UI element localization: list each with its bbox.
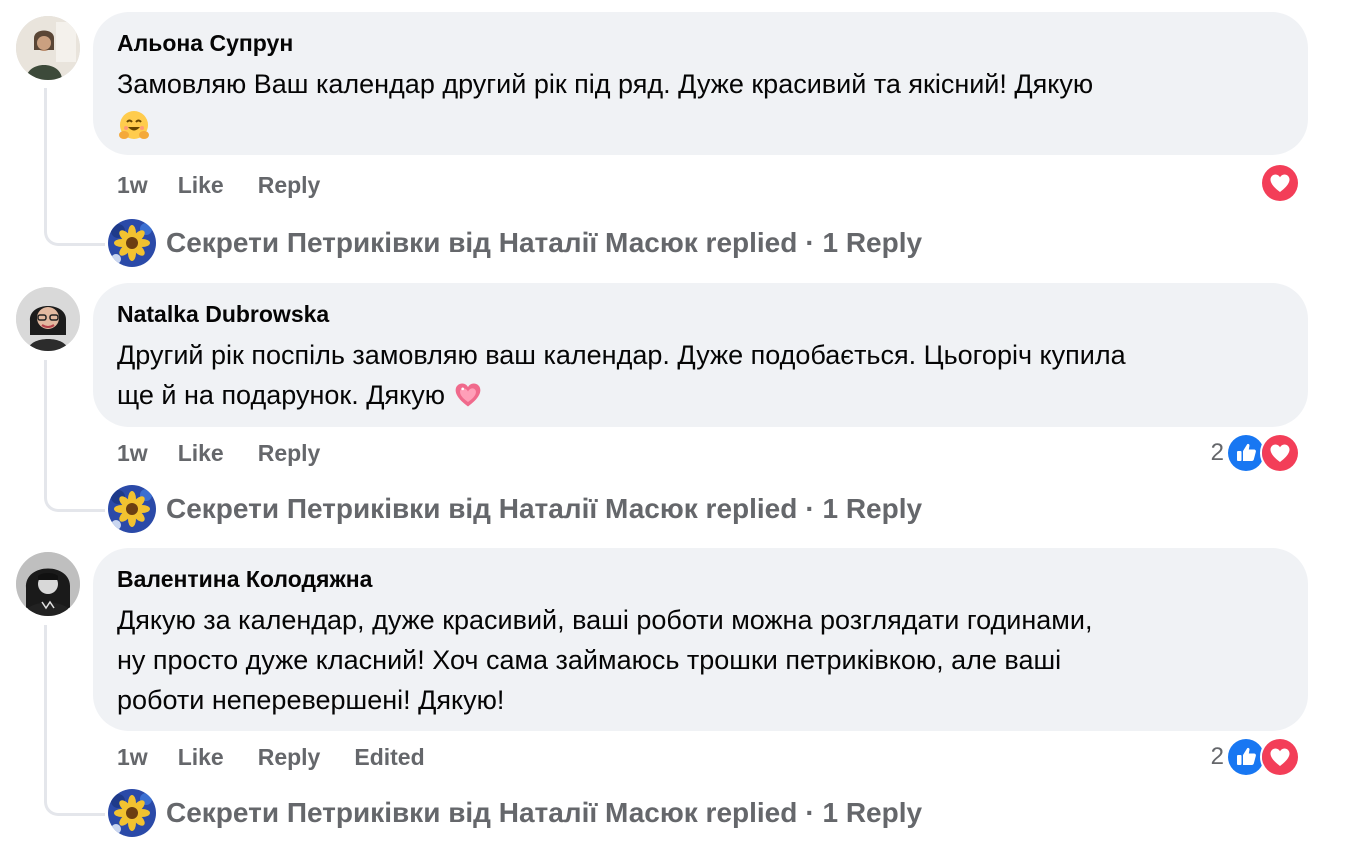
reply-count[interactable]: · 1 Reply [805,227,922,259]
reaction-summary[interactable]: 2 [1211,433,1300,473]
comment-actions: 1w Like Reply Edited [117,744,425,771]
hugging-face-icon [117,109,151,143]
comment-text: Замовляю Ваш календар другий рік під ряд… [117,64,1284,144]
page-avatar [108,485,156,533]
avatar[interactable] [16,16,80,80]
like-button[interactable]: Like [178,440,224,467]
reply-count[interactable]: · 1 Reply [805,797,922,829]
sunflower-icon [108,485,156,533]
person-photo-icon [16,552,80,616]
sunflower-icon [108,789,156,837]
person-photo-icon [16,287,80,351]
sunflower-icon [108,219,156,267]
avatar[interactable] [16,287,80,351]
reaction-summary[interactable] [1260,163,1300,203]
reaction-count: 2 [1210,743,1224,770]
edited-label[interactable]: Edited [354,744,424,771]
thread-connector [44,360,105,512]
reply-count[interactable]: · 1 Reply [805,493,922,525]
view-replies-link[interactable]: Секрети Петриківки від Наталії Масюк rep… [108,485,922,533]
like-button[interactable]: Like [178,744,224,771]
love-reaction-icon [1260,433,1300,473]
view-replies-link[interactable]: Секрети Петриківки від Наталії Масюк rep… [108,219,922,267]
comment-author[interactable]: Natalka Dubrowska [117,299,1284,329]
page-avatar [108,219,156,267]
reply-button[interactable]: Reply [258,440,321,467]
sparkling-heart-icon [453,380,487,414]
love-reaction-icon [1260,737,1300,777]
thread-connector [44,88,105,246]
like-button[interactable]: Like [178,172,224,199]
person-photo-icon [16,16,80,80]
comment-actions: 1w Like Reply [117,440,320,467]
comment-text: Другий рік поспіль замовляю ваш календар… [117,335,1284,415]
comment-bubble: Валентина Колодяжна Дякую за календар, д… [93,548,1308,731]
reply-button[interactable]: Reply [258,172,321,199]
reaction-count: 2 [1210,439,1224,466]
replied-by-text[interactable]: Секрети Петриківки від Наталії Масюк rep… [166,797,797,829]
comment-author[interactable]: Альона Супрун [117,28,1284,58]
comment-bubble: Natalka Dubrowska Другий рік поспіль зам… [93,283,1308,427]
avatar[interactable] [16,552,80,616]
comment-bubble: Альона Супрун Замовляю Ваш календар друг… [93,12,1308,155]
love-reaction-icon [1260,163,1300,203]
comment-text: Дякую за календар, дуже красивий, ваші р… [117,605,1093,715]
replied-by-text[interactable]: Секрети Петриківки від Наталії Масюк rep… [166,493,797,525]
view-replies-link[interactable]: Секрети Петриківки від Наталії Масюк rep… [108,789,922,837]
page-avatar [108,789,156,837]
timestamp-link[interactable]: 1w [117,440,148,467]
reaction-summary[interactable]: 2 [1211,737,1300,777]
timestamp-link[interactable]: 1w [117,744,148,771]
comment-actions: 1w Like Reply [117,172,320,199]
timestamp-link[interactable]: 1w [117,172,148,199]
thread-connector [44,625,105,816]
reply-button[interactable]: Reply [258,744,321,771]
replied-by-text[interactable]: Секрети Петриківки від Наталії Масюк rep… [166,227,797,259]
comment-author[interactable]: Валентина Колодяжна [117,564,1284,594]
